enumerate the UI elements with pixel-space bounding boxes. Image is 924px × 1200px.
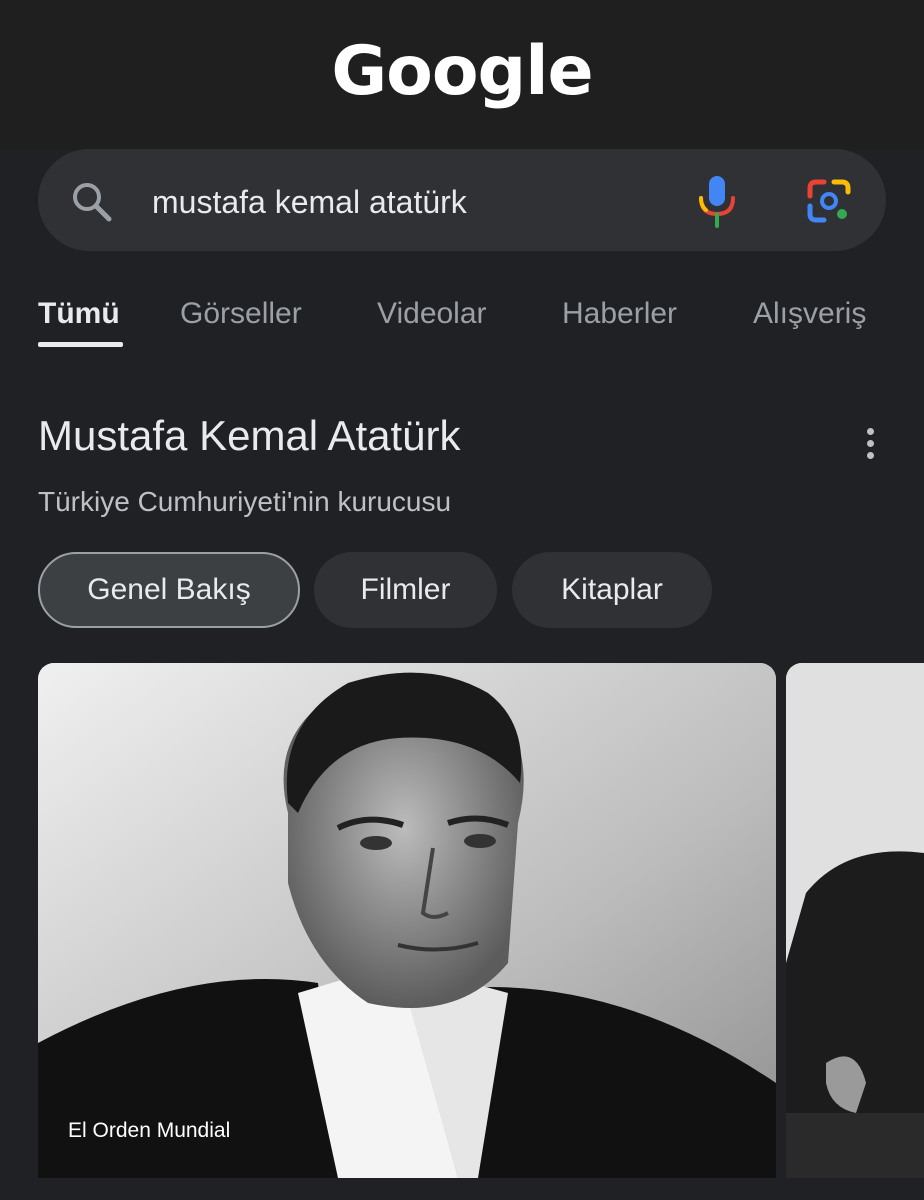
- header: Google: [0, 0, 924, 150]
- chip-overview[interactable]: Genel Bakış: [38, 552, 300, 628]
- tab-images[interactable]: Görseller: [180, 290, 302, 338]
- tab-all[interactable]: Tümü: [38, 290, 120, 338]
- search-input[interactable]: mustafa kemal atatürk: [152, 180, 467, 224]
- google-lens-icon[interactable]: [806, 178, 852, 224]
- image-source-label: El Orden Mundial: [68, 1119, 231, 1142]
- knowledge-panel-title[interactable]: Mustafa Kemal Atatürk: [38, 410, 461, 462]
- portrait-photo: [38, 663, 776, 1178]
- image-result-2[interactable]: [786, 663, 924, 1178]
- image-result-1[interactable]: El Orden Mundial: [38, 663, 776, 1178]
- microphone-icon[interactable]: [696, 174, 738, 228]
- search-tabs: Tümü Görseller Videolar Haberler Alışver…: [0, 290, 924, 350]
- more-vert-icon[interactable]: [860, 426, 880, 462]
- chip-films[interactable]: Filmler: [314, 552, 497, 628]
- tab-news[interactable]: Haberler: [562, 290, 677, 338]
- knowledge-panel-subtitle: Türkiye Cumhuriyeti'nin kurucusu: [38, 486, 452, 517]
- partial-photo: [786, 663, 924, 1178]
- tab-videos[interactable]: Videolar: [377, 290, 487, 338]
- active-tab-indicator: [38, 342, 123, 347]
- google-logo[interactable]: Google: [0, 32, 924, 111]
- tab-shopping[interactable]: Alışveriş: [753, 290, 866, 338]
- chip-books[interactable]: Kitaplar: [512, 552, 712, 628]
- search-icon[interactable]: [70, 180, 114, 224]
